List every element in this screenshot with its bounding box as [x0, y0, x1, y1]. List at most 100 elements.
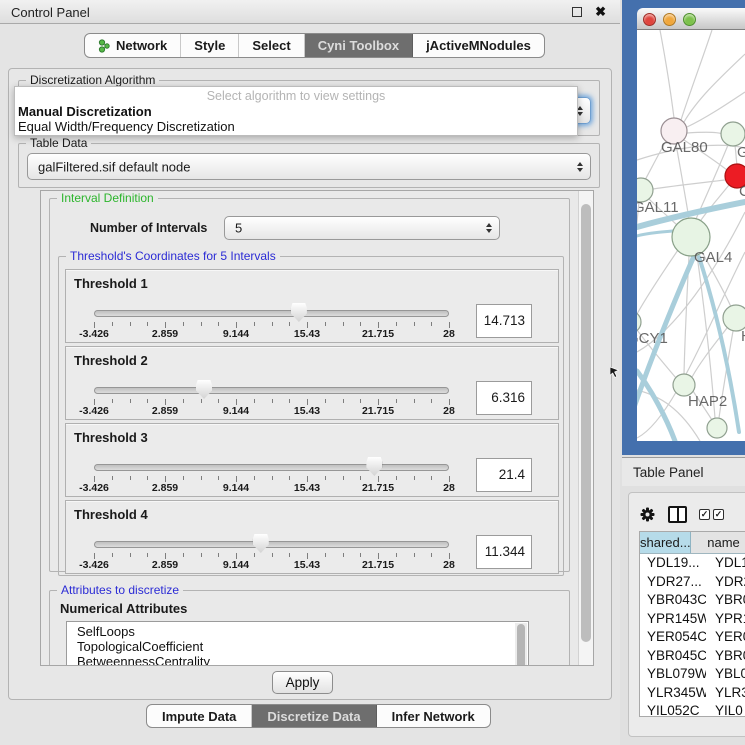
checkbox-icon[interactable]: ✓: [699, 509, 710, 520]
tab-cyni-toolbox[interactable]: Cyni Toolbox: [305, 34, 413, 57]
float-window-icon[interactable]: [572, 7, 582, 17]
node-label: GAL4: [694, 249, 732, 266]
table-row[interactable]: YPR145WYPR1: [640, 610, 745, 629]
threshold-slider-track[interactable]: [94, 387, 449, 394]
cell-name: YBR0: [706, 591, 745, 610]
split-columns-icon[interactable]: [668, 506, 687, 523]
algorithm-option[interactable]: Equal Width/Frequency Discretization: [15, 119, 577, 134]
table-row[interactable]: YBR045CYBR0: [640, 647, 745, 666]
threshold-slider-thumb[interactable]: [253, 534, 269, 553]
tick-label: 2.859: [152, 482, 178, 494]
close-icon[interactable]: ✖: [595, 4, 606, 20]
threshold-value-field[interactable]: 14.713: [476, 304, 532, 338]
table-row[interactable]: YLR345WYLR3: [640, 684, 745, 703]
table-panel-titlebar: Table Panel: [622, 457, 745, 486]
table-panel-toolbar: ✓✓: [639, 504, 724, 524]
threshold-panel-2: Threshold 2-3.4262.8599.14415.4321.71528…: [65, 346, 559, 420]
slider-tick-labels: -3.4262.8599.14415.4321.71528: [66, 482, 496, 494]
table-row[interactable]: YDR27...YDR2: [640, 573, 745, 592]
cell-shared-name: YDR27...: [640, 573, 706, 592]
cell-shared-name: YIL052C: [640, 702, 706, 717]
table-data-label: Table Data: [26, 136, 91, 150]
spinner-arrows-icon: [486, 223, 492, 233]
attributes-group-label: Attributes to discretize: [57, 583, 183, 597]
settings-vertical-scrollbar[interactable]: [578, 191, 593, 665]
threshold-slider-track[interactable]: [94, 310, 449, 317]
tab-style[interactable]: Style: [181, 34, 239, 57]
close-traffic-light-icon[interactable]: [643, 13, 656, 26]
column-visibility-icons[interactable]: ✓✓: [699, 509, 724, 520]
number-of-intervals-label: Number of Intervals: [90, 221, 207, 235]
number-of-intervals-spinner[interactable]: 5: [224, 216, 500, 240]
discretization-algorithm-label: Discretization Algorithm: [26, 73, 159, 87]
threshold-slider-track[interactable]: [94, 464, 449, 471]
threshold-label: Threshold 4: [74, 507, 148, 522]
network-window-titlebar[interactable]: [637, 8, 745, 30]
tick-label: 9.144: [223, 405, 249, 417]
tab-select[interactable]: Select: [239, 34, 304, 57]
table-row[interactable]: YBR043CYBR0: [640, 591, 745, 610]
table-row[interactable]: YBL079WYBL0: [640, 665, 745, 684]
interval-definition-group: Interval Definition Number of Intervals …: [49, 198, 570, 572]
tick-label: 9.144: [223, 559, 249, 571]
attribute-item[interactable]: SelfLoops: [67, 624, 528, 639]
tick-label: 21.715: [362, 405, 394, 417]
table-row[interactable]: YDL19...YDL1: [640, 554, 745, 573]
network-view-window: GAL80GALCGAL11GAL4GCY1HHAP2: [622, 0, 745, 455]
threshold-value-field[interactable]: 6.316: [476, 381, 532, 415]
cell-shared-name: YER054C: [640, 628, 706, 647]
control-panel-window: Control Panel ✖ NetworkStyleSelectCyni T…: [0, 0, 620, 745]
slider-tick-labels: -3.4262.8599.14415.4321.71528: [66, 328, 496, 340]
checkbox-icon[interactable]: ✓: [713, 509, 724, 520]
node-GAL[interactable]: [721, 122, 745, 146]
tab-label: Impute Data: [162, 709, 236, 724]
node-unlabeled[interactable]: [707, 418, 727, 438]
network-canvas[interactable]: GAL80GALCGAL11GAL4GCY1HHAP2: [637, 30, 745, 441]
tab-label: Cyni Toolbox: [318, 38, 399, 53]
attributes-list-scrollbar[interactable]: [515, 623, 527, 666]
tab-impute-data[interactable]: Impute Data: [147, 705, 252, 727]
table-row[interactable]: YER054CYER0: [640, 628, 745, 647]
threshold-slider-track[interactable]: [94, 541, 449, 548]
tab-label: Network: [116, 38, 167, 53]
cell-shared-name: YLR345W: [640, 684, 706, 703]
algorithm-placeholder-option[interactable]: Select algorithm to view settings: [15, 87, 577, 104]
threshold-value-field[interactable]: 11.344: [476, 535, 532, 569]
tick-label: 28: [443, 328, 455, 340]
algorithm-option[interactable]: Manual Discretization: [15, 104, 577, 119]
scrollbar-thumb[interactable]: [581, 204, 591, 642]
table-data-combobox[interactable]: galFiltered.sif default node: [27, 153, 591, 180]
gear-icon[interactable]: [639, 506, 656, 523]
numerical-attributes-label: Numerical Attributes: [60, 601, 187, 616]
tab-infer-network[interactable]: Infer Network: [377, 705, 490, 727]
combo-arrows-icon: [577, 162, 583, 172]
threshold-value-field[interactable]: 21.4: [476, 458, 532, 492]
apply-button[interactable]: Apply: [272, 671, 333, 694]
minimize-traffic-light-icon[interactable]: [663, 13, 676, 26]
numerical-attributes-list[interactable]: SelfLoopsTopologicalCoefficientBetweenne…: [66, 621, 529, 666]
tick-label: -3.426: [79, 405, 109, 417]
attribute-item[interactable]: TopologicalCoefficient: [67, 639, 528, 654]
tab-label: jActiveMNodules: [426, 38, 531, 53]
mouse-cursor-icon: [610, 366, 621, 384]
number-of-intervals-value: 5: [235, 221, 242, 236]
tab-jactivemnodules[interactable]: jActiveMNodules: [413, 34, 544, 57]
tick-label: 15.43: [294, 482, 320, 494]
tab-network[interactable]: Network: [85, 34, 181, 57]
column-header-shared-name[interactable]: shared...: [640, 532, 691, 553]
table-row[interactable]: YIL052CYIL0: [640, 702, 745, 717]
control-tabbar: Network StyleSelect Cyni Toolbox jActiveMNo…: [84, 33, 545, 58]
tick-label: 15.43: [294, 405, 320, 417]
attribute-item[interactable]: BetweennessCentrality: [67, 654, 528, 666]
tick-label: -3.426: [79, 482, 109, 494]
table-rows: YDL19...YDL1YDR27...YDR2YBR043CYBR0YPR14…: [640, 554, 745, 717]
threshold-slider-thumb[interactable]: [196, 380, 212, 399]
zoom-traffic-light-icon[interactable]: [683, 13, 696, 26]
column-header-name[interactable]: name: [691, 532, 745, 553]
threshold-slider-thumb[interactable]: [291, 303, 307, 322]
table-data-group: Table Data galFiltered.sif default node: [18, 143, 600, 188]
threshold-slider-thumb[interactable]: [366, 457, 382, 476]
tick-label: 2.859: [152, 559, 178, 571]
tab-discretize-data[interactable]: Discretize Data: [252, 705, 376, 727]
cell-name: YPR1: [706, 610, 745, 629]
